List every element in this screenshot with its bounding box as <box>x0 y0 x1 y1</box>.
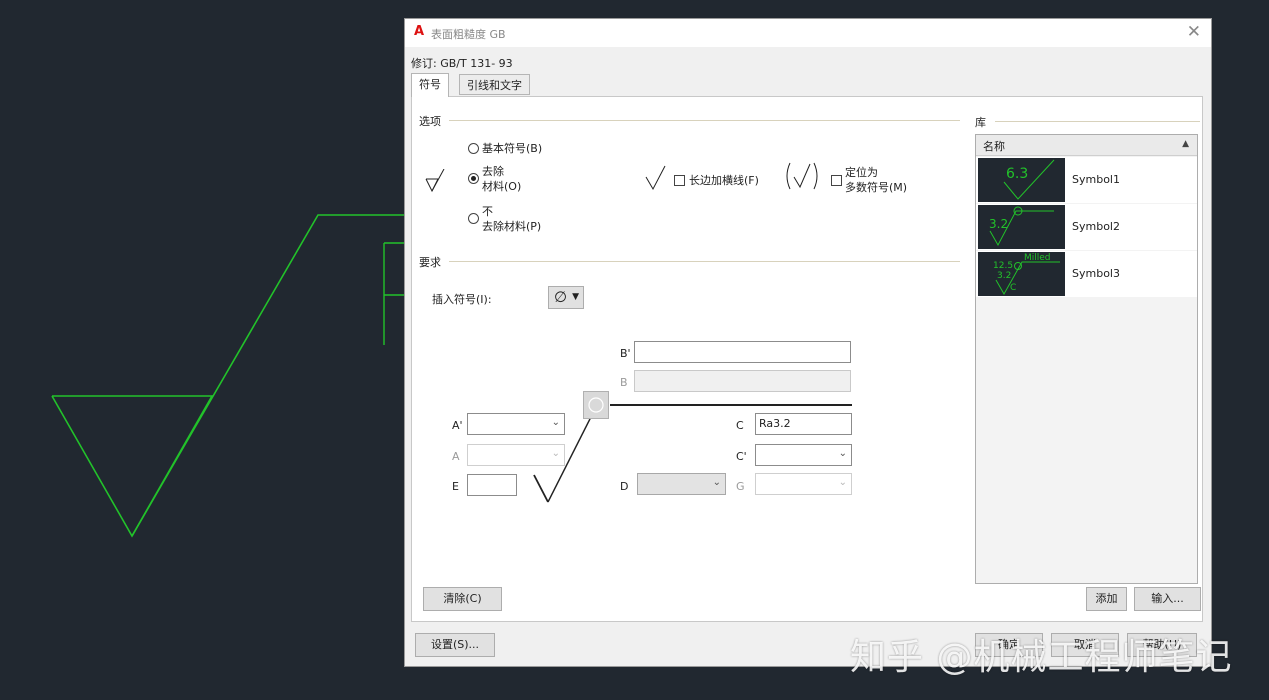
import-button[interactable]: 输入... <box>1134 587 1201 611</box>
majority-label-line2: 多数符号(M) <box>845 181 908 194</box>
options-section-label: 选项 <box>419 115 441 128</box>
symbol2-thumb-text: 3.2 <box>989 217 1008 231</box>
library-divider <box>995 121 1200 122</box>
chevron-down-icon: ⌄ <box>551 448 560 459</box>
diameter-symbol: ∅ <box>554 288 568 306</box>
field-a-combo[interactable]: ⌄ <box>467 444 565 466</box>
check-mark-symbol-icon <box>645 165 666 191</box>
surface-symbol-icon <box>425 169 445 193</box>
field-g-label: G <box>736 480 745 493</box>
options-divider <box>449 120 960 121</box>
column-name-label: 名称 <box>983 140 1005 153</box>
close-icon[interactable]: ✕ <box>1187 22 1201 42</box>
dropdown-arrow-icon: ▼ <box>572 292 579 302</box>
clear-button[interactable]: 清除(C) <box>423 587 502 611</box>
revision-label: 修订: GB/T 131- 93 <box>411 57 513 70</box>
symbol3-thumb-text3: Milled <box>1024 253 1051 263</box>
chevron-down-icon: ⌄ <box>712 477 721 488</box>
tab-leader-text[interactable]: 引线和文字 <box>459 74 530 95</box>
symbol3-name: Symbol3 <box>1072 267 1120 280</box>
field-b-label: B <box>620 376 628 389</box>
remove-material-label-line2: 材料(O) <box>482 180 522 193</box>
requirements-divider <box>449 261 960 262</box>
field-e-input[interactable] <box>467 474 517 496</box>
majority-symbol-checkbox[interactable] <box>831 175 842 186</box>
symbol3-thumb-text4: C <box>1010 283 1016 293</box>
tab-symbol[interactable]: 符号 <box>411 73 449 97</box>
no-remove-label-line2: 去除材料(P) <box>482 220 542 233</box>
symbol1-name: Symbol1 <box>1072 173 1120 186</box>
symbol-library-list: 名称 ▲ 6.3 Symbol1 3.2 Symbol2 12.5 3.2 Mi… <box>975 134 1198 584</box>
basic-symbol-label: 基本符号(B) <box>482 142 543 155</box>
library-section-label: 库 <box>975 116 986 129</box>
majority-symbol-icon <box>786 162 818 190</box>
field-d-label: D <box>620 480 629 493</box>
no-remove-material-radio[interactable] <box>468 213 479 224</box>
remove-material-radio[interactable] <box>468 173 479 184</box>
field-a-prime-label: A' <box>452 419 463 432</box>
symbol3-thumb-text: 12.5 <box>993 261 1013 271</box>
field-d-combo[interactable]: ⌄ <box>637 473 726 495</box>
tab-panel: 选项 基本符号(B) 去除 材料(O) 不 去除材料(P) 长边加横线(F) 定… <box>411 96 1203 622</box>
title-bar: A 表面粗糙度 GB ✕ <box>405 19 1211 47</box>
field-c-prime-combo[interactable]: ⌄ <box>755 444 852 466</box>
field-b-prime-label: B' <box>620 347 631 360</box>
chevron-down-icon: ⌄ <box>838 477 847 488</box>
add-button[interactable]: 添加 <box>1086 587 1127 611</box>
symbol3-thumbnail: 12.5 3.2 Milled C <box>978 252 1065 296</box>
symbol2-name: Symbol2 <box>1072 220 1120 233</box>
autocad-logo-icon: A <box>414 24 425 39</box>
library-item-symbol1[interactable]: 6.3 Symbol1 <box>976 157 1197 203</box>
chevron-down-icon: ⌄ <box>838 448 847 459</box>
dialog-title: 表面粗糙度 GB <box>431 28 506 41</box>
sort-up-icon: ▲ <box>1182 139 1189 149</box>
field-a-label: A <box>452 450 460 463</box>
circle-icon <box>588 397 604 413</box>
symbol2-thumbnail: 3.2 <box>978 205 1065 249</box>
field-c-label: C <box>736 419 744 432</box>
settings-button[interactable]: 设置(S)... <box>415 633 495 657</box>
surface-lay-button[interactable] <box>583 391 609 419</box>
no-remove-label-line1: 不 <box>482 205 493 218</box>
library-item-symbol2[interactable]: 3.2 Symbol2 <box>976 204 1197 250</box>
field-c-input[interactable]: Ra3.2 <box>755 413 852 435</box>
field-g-combo[interactable]: ⌄ <box>755 473 852 495</box>
field-c-prime-label: C' <box>736 450 747 463</box>
basic-symbol-radio[interactable] <box>468 143 479 154</box>
library-item-symbol3[interactable]: 12.5 3.2 Milled C Symbol3 <box>976 251 1197 297</box>
long-edge-line-label: 长边加横线(F) <box>689 174 759 187</box>
zhihu-watermark: 知乎 @机械工程师笔记 <box>850 637 1233 678</box>
requirements-section-label: 要求 <box>419 256 441 269</box>
symbol3-thumb-text2: 3.2 <box>997 271 1011 281</box>
field-e-label: E <box>452 480 459 493</box>
majority-label-line1: 定位为 <box>845 166 878 179</box>
chevron-down-icon: ⌄ <box>551 417 560 428</box>
symbol1-thumb-text: 6.3 <box>1006 166 1028 182</box>
remove-material-label-line1: 去除 <box>482 165 504 178</box>
field-b-input[interactable] <box>634 370 851 392</box>
field-a-prime-combo[interactable]: ⌄ <box>467 413 565 435</box>
insert-symbol-label: 插入符号(I): <box>432 293 492 306</box>
library-column-header[interactable]: 名称 ▲ <box>976 135 1197 156</box>
field-b-prime-input[interactable] <box>634 341 851 363</box>
long-edge-line-checkbox[interactable] <box>674 175 685 186</box>
insert-symbol-dropdown[interactable]: ∅ ▼ <box>548 286 584 309</box>
surface-roughness-dialog: A 表面粗糙度 GB ✕ 修订: GB/T 131- 93 符号 引线和文字 选… <box>404 18 1212 667</box>
symbol1-thumbnail: 6.3 <box>978 158 1065 202</box>
